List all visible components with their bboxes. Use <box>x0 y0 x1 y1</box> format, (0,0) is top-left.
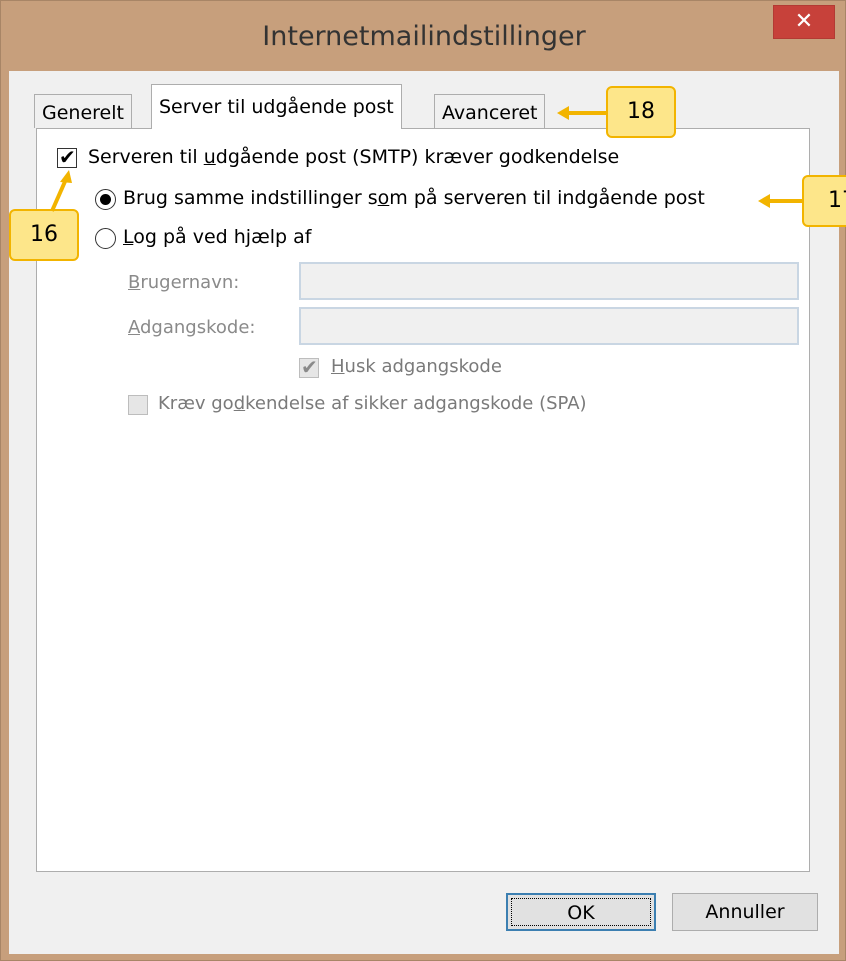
radio-same-settings-label[interactable]: Brug samme indstillinger som på serveren… <box>123 187 705 209</box>
callout-18-arrow-icon <box>557 106 607 120</box>
spa-label[interactable]: Kræv godkendelse af sikker adgangskode (… <box>158 393 587 414</box>
radio-log-on-using[interactable] <box>95 228 116 249</box>
tab-server-til-udgaende-post[interactable]: Server til udgående post <box>151 84 402 129</box>
password-label: Adgangskode: <box>128 317 256 338</box>
spa-checkbox[interactable] <box>128 395 148 415</box>
tab-generelt[interactable]: Generelt <box>34 94 132 128</box>
callout-17-arrow-icon <box>758 194 804 208</box>
smtp-auth-label[interactable]: Serveren til udgående post (SMTP) kræver… <box>88 146 619 168</box>
callout-16-arrow-icon <box>50 170 72 212</box>
close-button[interactable]: ✕ <box>773 5 835 39</box>
close-icon: ✕ <box>794 9 814 34</box>
remember-password-checkbox[interactable]: ✔ <box>299 355 319 379</box>
callout-18: 18 <box>606 86 676 138</box>
radio-log-on-using-label[interactable]: Log på ved hjælp af <box>123 226 311 248</box>
callout-16: 16 <box>9 209 79 261</box>
focus-rectangle <box>511 898 651 926</box>
title-bar[interactable]: Internetmailindstillinger ✕ <box>1 1 846 71</box>
username-label: Brugernavn: <box>128 272 240 293</box>
callout-17: 17 <box>802 175 846 227</box>
window-title: Internetmailindstillinger <box>262 21 586 52</box>
checkmark-icon: ✔ <box>301 355 318 379</box>
remember-password-label[interactable]: Husk adgangskode <box>331 356 502 377</box>
password-field[interactable] <box>299 307 799 345</box>
tab-avanceret[interactable]: Avanceret <box>434 94 546 128</box>
radio-selected-dot <box>100 194 111 205</box>
cancel-button[interactable]: Annuller <box>672 893 818 931</box>
username-field[interactable] <box>299 262 799 300</box>
radio-same-settings[interactable] <box>95 189 116 210</box>
ok-button[interactable]: OK <box>506 893 656 931</box>
